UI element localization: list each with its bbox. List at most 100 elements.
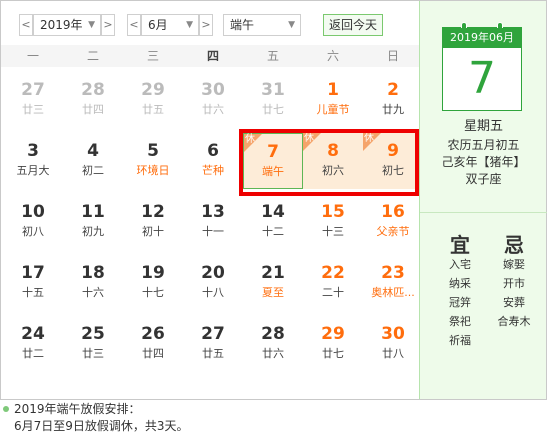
month-select-value: 6月 (148, 18, 168, 32)
next-year-button[interactable]: > (101, 14, 115, 36)
day-cell[interactable]: 25 廿三 (63, 316, 123, 372)
day-cell[interactable]: 19 十七 (123, 255, 183, 311)
day-cell[interactable]: 29 廿七 (303, 316, 363, 372)
weekday-label: 二 (86, 49, 99, 63)
day-cell[interactable]: 28 廿四 (63, 72, 123, 128)
day-number: 15 (321, 202, 345, 222)
chevron-down-icon: ▼ (88, 20, 95, 30)
day-cell[interactable]: 18 十六 (63, 255, 123, 311)
prev-month-button[interactable]: < (127, 14, 141, 36)
day-lunar-label: 十八 (202, 286, 224, 299)
day-lunar-label: 廿二 (22, 347, 44, 360)
ji-list: 嫁娶 开市 安葬 合寿木 (488, 255, 540, 331)
day-cell[interactable]: 2 廿九 (363, 72, 423, 128)
day-cell[interactable]: 23 奥林匹... (363, 255, 423, 311)
day-number: 1 (327, 80, 339, 100)
holiday-highlight-box (239, 129, 419, 196)
day-cell[interactable]: 11 初九 (63, 194, 123, 250)
date-card-header: 2019年06月 (443, 28, 521, 48)
next-month-button[interactable]: > (199, 14, 213, 36)
day-cell[interactable]: 29 廿五 (123, 72, 183, 128)
ji-item: 合寿木 (497, 315, 531, 328)
prev-year-button[interactable]: < (19, 14, 33, 36)
detail-divider (420, 212, 547, 213)
day-cell[interactable]: 31 廿七 (243, 72, 303, 128)
calendar-widget: < 2019年 ▼ > < 6月 ▼ > 端午 ▼ 返回今天 一 二 三 四 五 (0, 0, 547, 400)
day-cell[interactable]: 12 初十 (123, 194, 183, 250)
day-cell[interactable]: 13 十一 (183, 194, 243, 250)
day-cell[interactable]: 27 廿三 (3, 72, 63, 128)
day-number: 27 (21, 80, 45, 100)
day-cell[interactable]: 15 十三 (303, 194, 363, 250)
holiday-select[interactable]: 端午 ▼ (223, 14, 301, 36)
chevron-down-icon: ▼ (186, 20, 193, 30)
day-number: 30 (201, 80, 225, 100)
day-number: 18 (81, 263, 105, 283)
day-cell[interactable]: 24 廿二 (3, 316, 63, 372)
day-lunar-label: 廿六 (262, 347, 284, 360)
day-cell[interactable]: 20 十八 (183, 255, 243, 311)
day-cell[interactable]: 10 初八 (3, 194, 63, 250)
day-lunar-label: 十六 (82, 286, 104, 299)
day-cell[interactable]: 6 芒种 (183, 133, 243, 189)
year-select[interactable]: 2019年 ▼ (33, 14, 101, 36)
day-number: 22 (321, 263, 345, 283)
day-lunar-label: 十三 (322, 225, 344, 238)
day-number: 23 (381, 263, 405, 283)
day-lunar-label: 廿三 (82, 347, 104, 360)
day-cell[interactable]: 3 五月大 (3, 133, 63, 189)
date-card: 2019年06月 7 (442, 22, 522, 111)
day-cell[interactable]: 21 夏至 (243, 255, 303, 311)
holiday-notice: 2019年端午放假安排： 6月7日至9日放假调休，共3天。 (0, 401, 547, 437)
day-cell[interactable]: 28 廿六 (243, 316, 303, 372)
day-cell[interactable]: 22 二十 (303, 255, 363, 311)
day-lunar-label: 初二 (82, 164, 104, 177)
day-cell[interactable]: 30 廿八 (363, 316, 423, 372)
day-number: 25 (81, 324, 105, 344)
day-lunar-label: 廿八 (382, 347, 404, 360)
day-number: 28 (81, 80, 105, 100)
day-cell[interactable]: 14 十二 (243, 194, 303, 250)
day-number: 19 (141, 263, 165, 283)
year-select-value: 2019年 (40, 18, 83, 32)
day-lunar-label: 环境日 (136, 164, 170, 177)
day-lunar-label: 五月大 (16, 164, 50, 177)
day-cell[interactable]: 30 廿六 (183, 72, 243, 128)
day-number: 16 (381, 202, 405, 222)
day-lunar-label: 廿五 (142, 103, 164, 116)
detail-lunar-date: 农历五月初五 (447, 138, 520, 152)
day-number: 24 (21, 324, 45, 344)
day-cell[interactable]: 1 儿童节 (303, 72, 363, 128)
day-number: 4 (87, 141, 99, 161)
day-lunar-label: 十七 (142, 286, 164, 299)
date-detail-panel: 2019年06月 7 星期五 农历五月初五 己亥年【猪年】 双子座 宜 忌 入宅… (419, 1, 547, 399)
day-lunar-label: 奥林匹... (371, 286, 415, 299)
holiday-notice-title: 2019年端午放假安排： (14, 402, 141, 416)
back-to-today-button[interactable]: 返回今天 (323, 14, 383, 36)
day-number: 5 (147, 141, 159, 161)
yi-item: 祭祀 (449, 315, 471, 328)
weekday-label: 四 (206, 49, 219, 63)
day-number: 17 (21, 263, 45, 283)
day-lunar-label: 廿三 (22, 103, 44, 116)
day-lunar-label: 初八 (22, 225, 44, 238)
day-lunar-label: 十五 (22, 286, 44, 299)
detail-zodiac: 双子座 (465, 172, 502, 186)
detail-weekday: 星期五 (463, 119, 503, 134)
day-cell[interactable]: 27 廿五 (183, 316, 243, 372)
day-number: 31 (261, 80, 285, 100)
weekday-label: 三 (146, 49, 159, 63)
day-cell[interactable]: 16 父亲节 (363, 194, 423, 250)
month-select[interactable]: 6月 ▼ (141, 14, 199, 36)
day-lunar-label: 廿七 (262, 103, 284, 116)
day-cell[interactable]: 4 初二 (63, 133, 123, 189)
day-lunar-label: 廿四 (82, 103, 104, 116)
day-number: 12 (141, 202, 165, 222)
day-cell[interactable]: 5 环境日 (123, 133, 183, 189)
yi-item: 冠笄 (449, 296, 471, 309)
calendar-main: < 2019年 ▼ > < 6月 ▼ > 端午 ▼ 返回今天 一 二 三 四 五 (1, 1, 423, 399)
yi-item: 祈福 (449, 334, 471, 347)
day-cell[interactable]: 26 廿四 (123, 316, 183, 372)
day-cell[interactable]: 17 十五 (3, 255, 63, 311)
weekday-label: 日 (386, 49, 399, 63)
